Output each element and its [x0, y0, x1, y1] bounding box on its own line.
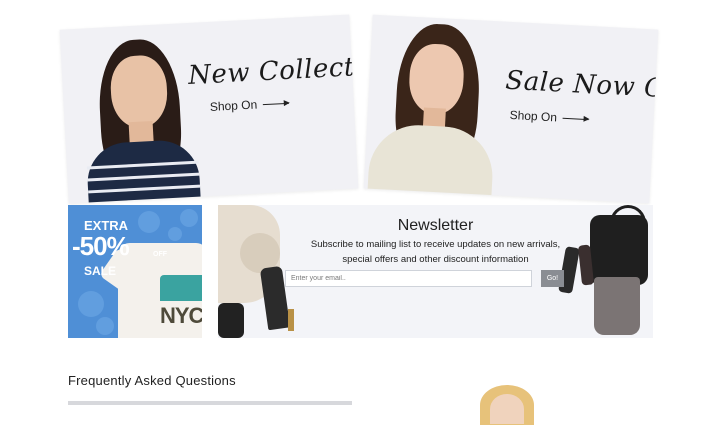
- email-input[interactable]: [285, 270, 532, 287]
- newsletter-description: Subscribe to mailing list to receive upd…: [310, 239, 561, 265]
- arrow-right-icon: [562, 117, 589, 120]
- promo-title: New Collection: [187, 50, 359, 92]
- shop-on-link[interactable]: Shop On: [509, 108, 589, 126]
- model-top: [367, 122, 495, 200]
- decor-dot: [180, 209, 198, 227]
- promo-card-new-collection[interactable]: New Collection Shop On: [59, 14, 359, 204]
- shop-on-label: Shop On: [509, 107, 558, 125]
- decor-dot: [138, 211, 160, 233]
- faq-heading: Frequently Asked Questions: [68, 373, 236, 388]
- sale-banner[interactable]: NYC EXTRA -50% OFF SALE: [68, 205, 202, 338]
- bag-image: [218, 303, 244, 338]
- faq-accordion-item[interactable]: [68, 401, 352, 405]
- promo-title: Sale Now On: [504, 65, 659, 105]
- sale-percent-label: -50%: [72, 231, 130, 261]
- promo-card-sale-now-on[interactable]: Sale Now On Shop On: [363, 14, 659, 204]
- model-photo: [367, 19, 507, 200]
- tshirt-print-text: NYC: [160, 303, 202, 328]
- sale-word-label: SALE: [84, 264, 117, 278]
- fringe-bag-image: [594, 277, 640, 335]
- top-stripe: [86, 160, 199, 170]
- decor-dot: [78, 291, 104, 317]
- decor-dot: [96, 317, 114, 335]
- arrow-right-icon: [263, 102, 290, 105]
- shop-on-label: Shop On: [209, 97, 258, 114]
- top-stripe: [87, 172, 200, 182]
- top-stripe: [88, 184, 201, 194]
- newsletter-title: Newsletter: [397, 217, 474, 234]
- tshirt-print-graphic: [160, 275, 202, 301]
- subscribe-button[interactable]: Go!: [541, 270, 564, 287]
- shop-on-link[interactable]: Shop On: [210, 96, 290, 114]
- heel-image: [288, 309, 294, 331]
- faq-model-image: [490, 394, 524, 424]
- newsletter-banner: Newsletter Subscribe to mailing list to …: [218, 205, 653, 338]
- decor-dot: [168, 227, 182, 241]
- model-photo: [70, 30, 209, 204]
- sale-off-label: OFF: [153, 251, 167, 258]
